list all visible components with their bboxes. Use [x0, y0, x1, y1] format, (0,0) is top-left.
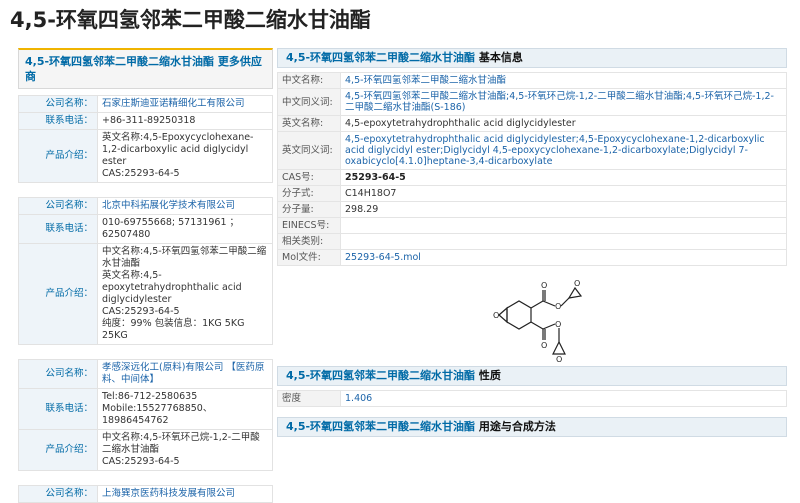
svg-text:O: O [574, 279, 580, 288]
supplier-card: 公司名称： 孝感深远化工(原料)有限公司 【医药原料、中间体】 联系电话： Te… [18, 359, 273, 471]
info-row: EINECS号: [277, 217, 787, 234]
info-value[interactable]: 4,5-环氧四氢邻苯二甲酸二缩水甘油酯 [340, 72, 787, 89]
info-key: CAS号: [277, 169, 341, 186]
info-row: 中文同义词: 4,5-环氧四氢邻苯二甲酸二缩水甘油酯;4,5-环氧环己烷-1,2-… [277, 88, 787, 116]
supplier-product: 中文名称:4,5-环氧环己烷-1,2-二甲酸二缩水甘油酯 CAS:25293-64… [97, 429, 273, 471]
density-label: 密度 [277, 390, 341, 407]
supplier-panel: 4,5-环氧四氢邻苯二甲酸二缩水甘油酯 更多供应商 公司名称： 石家庄斯迪亚诺精… [18, 48, 273, 503]
info-key: Mol文件: [277, 249, 341, 266]
usage-header[interactable]: 4,5-环氧四氢邻苯二甲酸二缩水甘油酯 用途与合成方法 [277, 417, 787, 437]
info-row: 分子量: 298.29 [277, 201, 787, 218]
info-row: Mol文件: 25293-64-5.mol [277, 249, 787, 266]
info-value [340, 233, 787, 250]
supplier-card: 公司名称： 石家庄斯迪亚诺精细化工有限公司 联系电话： +86-311-8925… [18, 95, 273, 183]
info-value: C14H18O7 [340, 185, 787, 202]
info-row: CAS号: 25293-64-5 [277, 169, 787, 186]
supplier-product: 英文名称:4,5-Epoxycyclohexane-1,2-dicarboxyl… [97, 129, 273, 183]
info-key: EINECS号: [277, 217, 341, 234]
info-key: 英文名称: [277, 115, 341, 132]
info-row: 英文名称: 4,5-epoxytetrahydrophthalic acid di… [277, 115, 787, 132]
svg-text:O: O [541, 341, 547, 350]
info-value: 4,5-epoxytetrahydrophthalic acid diglyci… [340, 115, 787, 132]
basic-info-table: 中文名称: 4,5-环氧四氢邻苯二甲酸二缩水甘油酯 中文同义词: 4,5-环氧四氢邻苯… [277, 72, 787, 266]
structure-image: OOO OOOO [277, 266, 787, 366]
svg-text:O: O [493, 311, 499, 320]
info-value[interactable]: 4,5-环氧四氢邻苯二甲酸二缩水甘油酯;4,5-环氧环己烷-1,2-二甲酸二缩水… [340, 88, 787, 116]
info-key: 分子量: [277, 201, 341, 218]
molecule-structure-icon: OOO OOOO [493, 279, 583, 364]
more-suppliers-link[interactable]: 4,5-环氧四氢邻苯二甲酸二缩水甘油酯 更多供应商 [18, 48, 273, 89]
supplier-company-link[interactable]: 北京中科拓展化学技术有限公司 [102, 200, 235, 211]
basic-info-panel: 4,5-环氧四氢邻苯二甲酸二缩水甘油酯 基本信息 中文名称: 4,5-环氧四氢邻苯… [277, 48, 787, 437]
info-value[interactable]: 4,5-epoxytetrahydrophthalic acid diglyci… [340, 131, 787, 170]
properties-header: 4,5-环氧四氢邻苯二甲酸二缩水甘油酯 性质 [277, 366, 787, 386]
supplier-card: 公司名称： 北京中科拓展化学技术有限公司 联系电话： 010-69755668;… [18, 197, 273, 345]
info-key: 相关类别: [277, 233, 341, 250]
info-value [340, 217, 787, 234]
info-key: 中文名称: [277, 72, 341, 89]
info-row: 英文同义词: 4,5-epoxytetrahydrophthalic acid d… [277, 131, 787, 170]
supplier-product: 中文名称:4,5-环氧四氢邻苯二甲酸二缩水甘油酯 英文名称:4,5-epoxyte… [97, 243, 273, 345]
info-row: 相关类别: [277, 233, 787, 250]
svg-text:O: O [555, 320, 561, 329]
info-value: 298.29 [340, 201, 787, 218]
density-value: 1.406 [345, 393, 373, 404]
supplier-card: 公司名称： 上海巽京医药科技发展有限公司 [18, 485, 273, 503]
info-key: 中文同义词: [277, 88, 341, 116]
info-key: 英文同义词: [277, 131, 341, 170]
page-title: 4,5-环氧四氢邻苯二甲酸二缩水甘油酯 [10, 8, 371, 32]
svg-text:O: O [555, 302, 561, 311]
info-key: 分子式: [277, 185, 341, 202]
info-row: 中文名称: 4,5-环氧四氢邻苯二甲酸二缩水甘油酯 [277, 72, 787, 89]
supplier-company-link[interactable]: 上海巽京医药科技发展有限公司 [102, 488, 235, 499]
supplier-phone: 010-69755668; 57131961 ； 62507480 [97, 214, 273, 244]
supplier-company-link[interactable]: 孝感深远化工(原料)有限公司 【医药原料、中间体】 [102, 362, 264, 385]
supplier-phone: Tel:86-712-2580635 Mobile:15527768850、 18… [97, 388, 273, 430]
basic-info-header: 4,5-环氧四氢邻苯二甲酸二缩水甘油酯 基本信息 [277, 48, 787, 68]
info-value[interactable]: 25293-64-5.mol [340, 249, 787, 266]
properties-table: 密度 1.406 [277, 390, 787, 407]
supplier-company-link[interactable]: 石家庄斯迪亚诺精细化工有限公司 [102, 98, 245, 109]
info-row: 分子式: C14H18O7 [277, 185, 787, 202]
svg-text:O: O [541, 281, 547, 290]
svg-text:O: O [556, 355, 562, 364]
supplier-phone: +86-311-89250318 [97, 112, 273, 130]
info-value: 25293-64-5 [340, 169, 787, 186]
